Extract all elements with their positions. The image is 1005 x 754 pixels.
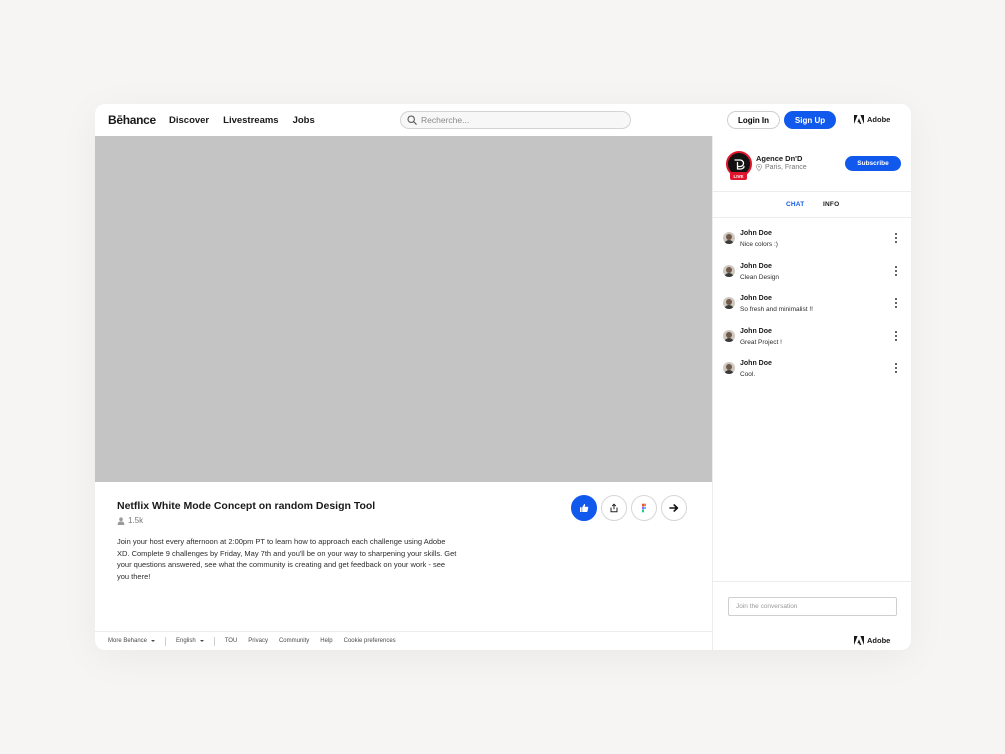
- nav-jobs[interactable]: Jobs: [293, 115, 315, 126]
- top-navbar: Bēhance Discover Livestreams Jobs Login …: [95, 104, 911, 136]
- footer-bar: More Behance English TOU Privacy Communi…: [95, 631, 712, 650]
- stream-actions: [571, 495, 687, 521]
- divider: [713, 217, 911, 218]
- more-options-icon[interactable]: [893, 363, 899, 373]
- more-options-icon[interactable]: [893, 330, 899, 341]
- search-bar[interactable]: [400, 111, 631, 129]
- footer-link-help[interactable]: Help: [320, 638, 332, 644]
- footer-link-community[interactable]: Community: [279, 638, 309, 644]
- language-dropdown[interactable]: English: [176, 638, 204, 644]
- message-author[interactable]: John Doe: [740, 360, 772, 367]
- avatar[interactable]: [723, 329, 735, 342]
- chat-message: John Doe Nice colors :): [723, 230, 908, 263]
- share-icon: [610, 503, 618, 513]
- chat-message: John Doe So fresh and minimalist !!: [723, 295, 908, 328]
- adobe-logo-icon: [854, 115, 864, 124]
- next-button[interactable]: [661, 495, 687, 521]
- footer-link-privacy[interactable]: Privacy: [248, 638, 268, 644]
- chat-input[interactable]: [728, 597, 897, 616]
- channel-logo-icon: [733, 158, 745, 170]
- footer-link-cookies[interactable]: Cookie preferences: [344, 638, 396, 644]
- adobe-label: Adobe: [867, 115, 891, 124]
- stream-title: Netflix White Mode Concept on random Des…: [117, 500, 376, 512]
- avatar[interactable]: [723, 297, 735, 309]
- message-author[interactable]: John Doe: [740, 263, 772, 270]
- chevron-down-icon: [199, 640, 204, 642]
- message-text: Cool.: [740, 371, 756, 378]
- message-text: So fresh and minimalist !!: [740, 306, 813, 313]
- chat-messages: John Doe Nice colors :) John Doe Clean D…: [723, 230, 908, 393]
- channel-location: Paris, France: [756, 164, 807, 171]
- more-behance-label: More Behance: [108, 638, 148, 644]
- figma-icon: [642, 503, 646, 513]
- stream-description: Join your host every afternoon at 2:00pm…: [117, 537, 457, 581]
- chat-message: John Doe Great Project !: [723, 328, 908, 361]
- more-behance-dropdown[interactable]: More Behance: [108, 638, 156, 644]
- person-icon: [117, 516, 125, 525]
- message-author[interactable]: John Doe: [740, 230, 772, 237]
- live-sidebar: LIVE Agence Dn'D Paris, France Subscribe…: [712, 136, 911, 650]
- search-input[interactable]: [421, 115, 621, 125]
- arrow-right-icon: [669, 504, 679, 512]
- adobe-brand[interactable]: Adobe: [854, 115, 890, 124]
- message-text: Great Project !: [740, 338, 782, 346]
- app-window: Bēhance Discover Livestreams Jobs Login …: [95, 104, 911, 650]
- viewer-count-value: 1.5k: [128, 516, 144, 525]
- footer-divider: [213, 636, 215, 646]
- chat-message: John Doe Cool.: [723, 360, 908, 393]
- more-options-icon[interactable]: [893, 298, 899, 308]
- footer-divider: [165, 636, 167, 646]
- like-button[interactable]: [571, 495, 597, 521]
- more-options-icon[interactable]: [893, 265, 899, 276]
- nav-livestreams[interactable]: Livestreams: [223, 115, 278, 126]
- behance-logo[interactable]: Bēhance: [108, 113, 156, 127]
- channel-name[interactable]: Agence Dn'D: [756, 154, 802, 163]
- footer-link-tou[interactable]: TOU: [225, 638, 238, 644]
- login-button[interactable]: Login In: [727, 111, 780, 129]
- chevron-down-icon: [151, 640, 156, 642]
- thumbs-up-icon: [580, 504, 589, 512]
- chat-message: John Doe Clean Design: [723, 263, 908, 296]
- tab-info[interactable]: INFO: [823, 201, 839, 208]
- avatar[interactable]: [723, 362, 735, 374]
- viewer-count: 1.5k: [117, 516, 143, 525]
- live-badge: LIVE: [730, 172, 747, 180]
- subscribe-button[interactable]: Subscribe: [845, 156, 901, 171]
- language-label: English: [176, 638, 196, 644]
- main-nav: Discover Livestreams Jobs: [169, 115, 315, 126]
- location-pin-icon: [756, 164, 762, 171]
- more-options-icon[interactable]: [893, 233, 899, 243]
- message-author[interactable]: John Doe: [740, 295, 772, 302]
- signup-button[interactable]: Sign Up: [784, 111, 836, 129]
- avatar[interactable]: [723, 264, 735, 277]
- channel-location-text: Paris, France: [765, 164, 807, 171]
- share-button[interactable]: [601, 495, 627, 521]
- divider: [713, 191, 911, 192]
- footer-links: TOU Privacy Community Help Cookie prefer…: [225, 638, 396, 644]
- nav-discover[interactable]: Discover: [169, 115, 209, 126]
- message-text: Clean Design: [740, 273, 780, 281]
- divider: [713, 581, 911, 582]
- message-author[interactable]: John Doe: [740, 328, 772, 335]
- avatar[interactable]: [723, 232, 735, 244]
- search-icon: [407, 115, 417, 125]
- message-text: Nice colors :): [740, 241, 778, 248]
- figma-button[interactable]: [631, 495, 657, 521]
- video-player[interactable]: [95, 136, 712, 482]
- tab-chat[interactable]: CHAT: [786, 201, 804, 208]
